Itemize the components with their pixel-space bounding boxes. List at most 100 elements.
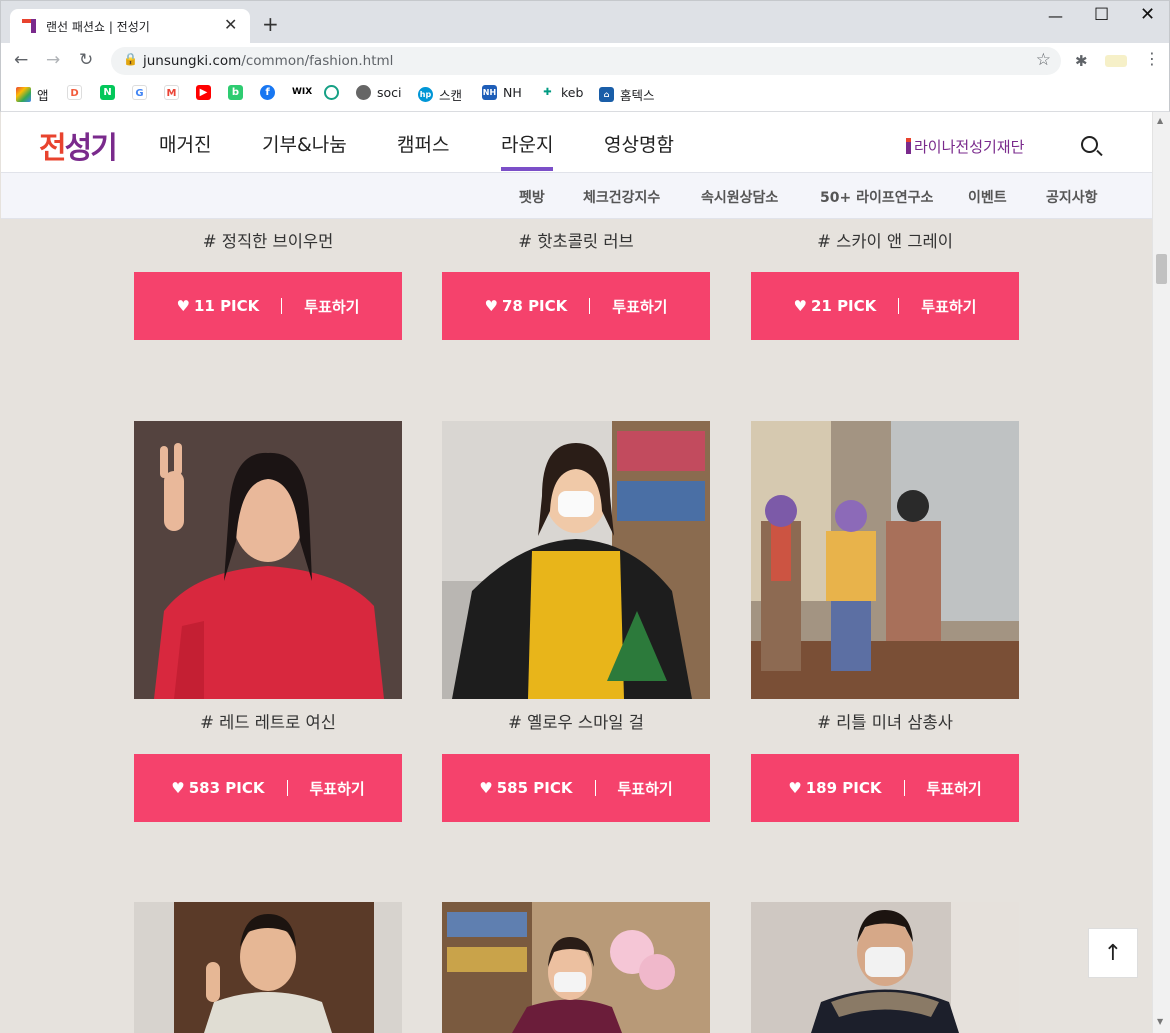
divider — [898, 298, 900, 314]
vote-button[interactable]: 투표하기 — [618, 778, 673, 799]
nh-icon: NH — [482, 85, 497, 100]
pick-count[interactable]: ♥ 583 PICK — [171, 779, 264, 797]
bookmark-naver[interactable]: N — [100, 85, 121, 100]
bookmark-apps[interactable]: 앱 — [16, 85, 49, 104]
bookmark-wix[interactable]: WIX — [292, 85, 316, 100]
pick-count[interactable]: ♥ 21 PICK — [794, 297, 877, 315]
reload-icon[interactable]: ↻ — [79, 50, 93, 70]
green-app-icon: b — [228, 85, 243, 100]
menu-kebab-icon[interactable]: ⋮ — [1144, 49, 1160, 68]
subnav-counseling[interactable]: 속시원상담소 — [701, 187, 778, 207]
entry-photo[interactable] — [751, 421, 1019, 699]
heart-icon: ♥ — [176, 297, 190, 315]
naver-icon: N — [100, 85, 115, 100]
nav-campus[interactable]: 캠퍼스 — [397, 130, 449, 157]
entry-photo[interactable] — [442, 902, 710, 1033]
tab-title: 랜선 패션쇼 | 전성기 — [46, 20, 150, 34]
scroll-up-arrow-icon[interactable]: ▲ — [1157, 116, 1163, 125]
entry-caption: # 리틀 미녀 삼총사 — [817, 713, 953, 732]
vote-button[interactable]: 투표하기 — [304, 296, 359, 317]
divider — [594, 780, 596, 796]
nav-donation[interactable]: 기부&나눔 — [262, 130, 347, 157]
divider — [286, 780, 288, 796]
google-icon: G — [132, 85, 147, 100]
maximize-icon[interactable]: ☐ — [1094, 5, 1109, 25]
window-close-icon[interactable]: ✕ — [1140, 4, 1155, 25]
vote-button[interactable]: 투표하기 — [612, 296, 667, 317]
subnav-health-index[interactable]: 체크건강지수 — [583, 187, 660, 207]
bookmark-gmail[interactable]: M — [164, 85, 185, 100]
wix-icon: WIX — [292, 85, 312, 100]
site-header: 전성기 매거진 기부&나눔 캠퍼스 라운지 영상명함 라이나전성기재단 — [1, 112, 1152, 172]
heart-icon: ♥ — [793, 297, 807, 315]
vote-button[interactable]: 투표하기 — [310, 778, 365, 799]
scroll-down-arrow-icon[interactable]: ▼ — [1157, 1017, 1163, 1026]
bookmark-star-icon[interactable]: ☆ — [1036, 50, 1051, 70]
vote-box: ♥ 189 PICK 투표하기 — [751, 754, 1019, 822]
nav-lounge[interactable]: 라운지 — [501, 130, 554, 171]
forward-arrow-icon[interactable]: → — [46, 50, 60, 70]
entry-caption: # 정직한 브이우먼 — [202, 232, 334, 251]
bookmark-scan[interactable]: hp 스캔 — [418, 85, 462, 104]
heart-icon: ♥ — [479, 779, 493, 797]
back-arrow-icon[interactable]: ← — [14, 50, 28, 70]
url-text[interactable]: junsungki.com/common/fashion.html — [143, 53, 393, 69]
bookmark-google[interactable]: G — [132, 85, 153, 100]
arrow-up-icon: ↑ — [1103, 940, 1123, 966]
target-icon — [324, 85, 339, 100]
page-scrollbar[interactable]: ▲ ▼ — [1152, 112, 1170, 1033]
bookmark-facebook[interactable]: f — [260, 85, 281, 100]
bookmark-green-app[interactable]: b — [228, 85, 249, 100]
bookmark-target[interactable] — [324, 85, 345, 100]
gmail-icon: M — [164, 85, 179, 100]
keb-icon: ✚ — [540, 85, 555, 100]
minimize-icon[interactable]: — — [1048, 7, 1063, 25]
entry-caption: # 핫초콜릿 러브 — [518, 232, 634, 251]
bookmark-soci[interactable]: soci — [356, 85, 402, 100]
vote-box: ♥ 78 PICK 투표하기 — [442, 272, 710, 340]
subnav-life-lab[interactable]: 50+ 라이프연구소 — [820, 187, 933, 207]
foundation-link[interactable]: 라이나전성기재단 — [906, 136, 1024, 157]
vote-button[interactable]: 투표하기 — [921, 296, 976, 317]
entry-caption: # 옐로우 스마일 걸 — [508, 713, 644, 732]
bookmark-youtube[interactable]: ▶ — [196, 85, 217, 100]
pick-count[interactable]: ♥ 189 PICK — [788, 779, 881, 797]
address-bar[interactable]: 🔒 junsungki.com/common/fashion.html ☆ — [111, 47, 1061, 75]
divider — [903, 780, 905, 796]
back-to-top-button[interactable]: ↑ — [1088, 928, 1138, 978]
divider — [281, 298, 283, 314]
bookmarks-bar: 앱 D N G M ▶ b f WIX soci hp 스캔 NH NH ✚ keb … — [0, 79, 1170, 112]
pick-count[interactable]: ♥ 585 PICK — [479, 779, 572, 797]
bookmark-daum[interactable]: D — [67, 85, 88, 100]
pick-count[interactable]: ♥ 78 PICK — [485, 297, 568, 315]
fashion-gallery: # 정직한 브이우먼 # 핫초콜릿 러브 # 스카이 앤 그레이 ♥ 11 PIC… — [1, 220, 1152, 1033]
entry-photo[interactable] — [442, 421, 710, 699]
nav-video-card[interactable]: 영상명함 — [604, 130, 674, 157]
browser-tab[interactable]: 랜선 패션쇼 | 전성기 ✕ — [10, 9, 250, 44]
apps-grid-icon — [16, 87, 31, 102]
divider — [589, 298, 591, 314]
entry-caption: # 스카이 앤 그레이 — [817, 232, 953, 251]
tab-close-icon[interactable]: ✕ — [224, 15, 237, 34]
subnav-pet[interactable]: 펫방 — [519, 187, 545, 207]
entry-photo[interactable] — [751, 902, 1019, 1033]
subnav-event[interactable]: 이벤트 — [968, 187, 1007, 207]
nav-magazine[interactable]: 매거진 — [159, 130, 211, 157]
entry-photo[interactable] — [134, 902, 402, 1033]
site-logo[interactable]: 전성기 — [39, 123, 118, 167]
bookmark-keb[interactable]: ✚ keb — [540, 85, 583, 100]
extensions-puzzle-icon[interactable]: ✱ — [1075, 52, 1088, 70]
profile-avatar-icon[interactable] — [1105, 55, 1127, 67]
heart-icon: ♥ — [788, 779, 802, 797]
bookmark-hometax[interactable]: ⌂ 홈텍스 — [599, 85, 655, 104]
vote-button[interactable]: 투표하기 — [927, 778, 982, 799]
pick-count[interactable]: ♥ 11 PICK — [177, 297, 260, 315]
subnav-notice[interactable]: 공지사항 — [1046, 187, 1098, 207]
search-icon[interactable] — [1081, 136, 1098, 153]
browser-tab-bar: 랜선 패션쇼 | 전성기 ✕ + — ☐ ✕ — [0, 0, 1170, 44]
new-tab-icon[interactable]: + — [262, 12, 279, 36]
globe-icon — [356, 85, 371, 100]
bookmark-nh[interactable]: NH NH — [482, 85, 522, 100]
entry-photo[interactable] — [134, 421, 402, 699]
scrollbar-thumb[interactable] — [1156, 254, 1167, 284]
